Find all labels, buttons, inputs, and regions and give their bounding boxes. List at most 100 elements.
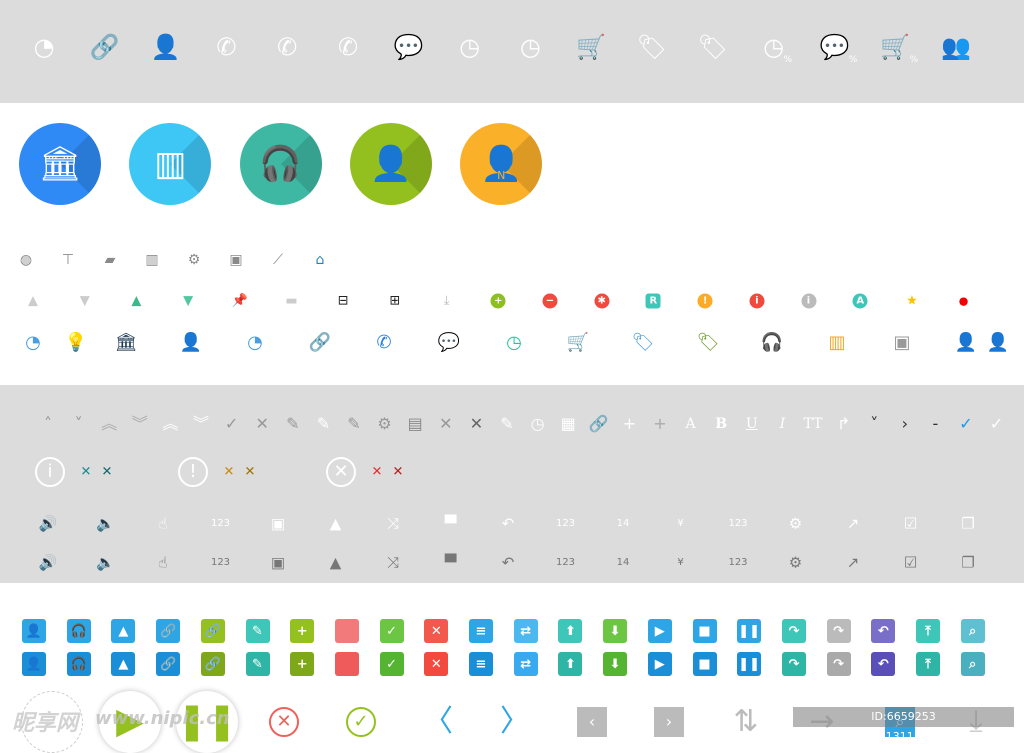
headphones-square-icon[interactable]: 🎧 bbox=[66, 652, 91, 676]
play-square-icon[interactable]: ▶ bbox=[647, 619, 672, 643]
count-undo-icon[interactable]: 123 bbox=[728, 519, 747, 529]
triangle-up-icon[interactable]: ▲ bbox=[28, 295, 38, 308]
redo-square-icon[interactable]: ↷ bbox=[826, 619, 851, 643]
undo-square-icon[interactable]: ↶ bbox=[871, 652, 896, 676]
external-link-icon[interactable]: ↗ bbox=[847, 555, 860, 571]
warning-icon[interactable]: ▲ bbox=[330, 555, 342, 571]
close-icon[interactable]: ✕ bbox=[102, 466, 113, 479]
volume-icon[interactable]: 🔈 bbox=[96, 555, 115, 571]
redo-square-icon[interactable]: ↷ bbox=[826, 652, 851, 676]
stop-square-icon[interactable]: ■ bbox=[692, 619, 717, 643]
close-icon[interactable]: ✕ bbox=[439, 416, 452, 432]
users-icon[interactable]: 👥 bbox=[941, 35, 971, 59]
count-undo-icon[interactable]: 123 bbox=[728, 558, 747, 568]
document-icon[interactable]: ▤ bbox=[408, 416, 423, 432]
pie-chart-icon[interactable]: ◔ bbox=[34, 35, 55, 59]
briefcase-icon[interactable]: ▣ bbox=[893, 334, 910, 352]
dashboard-icon[interactable]: ◍ bbox=[20, 253, 32, 267]
pencil-square-icon[interactable]: ✎ bbox=[245, 652, 270, 676]
pause-square-icon[interactable]: ❚❚ bbox=[737, 619, 762, 643]
arrow-up-square-icon[interactable]: ⬆ bbox=[558, 652, 583, 676]
link-square-icon[interactable]: 🔗 bbox=[200, 652, 225, 676]
user-add-icon[interactable]: 👤 bbox=[987, 334, 1009, 352]
cassette-icon[interactable]: ▣ bbox=[271, 516, 285, 532]
check-icon[interactable]: ✓ bbox=[990, 416, 1003, 432]
user-icon[interactable]: 👤 bbox=[151, 35, 181, 59]
tags-icon[interactable]: 🏷 bbox=[637, 35, 667, 59]
superscript-icon[interactable]: 123 bbox=[211, 558, 230, 568]
list-square-icon[interactable]: ≡ bbox=[469, 652, 493, 676]
underline-icon[interactable]: U bbox=[746, 417, 758, 431]
close-icon[interactable]: ✕ bbox=[372, 466, 383, 479]
triangle-up-icon[interactable]: ▲ bbox=[131, 295, 141, 308]
volume-high-icon[interactable]: 🔊 bbox=[39, 555, 58, 571]
user-icon[interactable]: 👤 bbox=[955, 334, 977, 352]
pencil-icon[interactable]: ✎ bbox=[286, 416, 299, 432]
gear-icon[interactable]: ⚙ bbox=[789, 555, 802, 571]
double-chevron-up-icon[interactable]: ︽ bbox=[162, 416, 178, 432]
exclamation-circle-icon[interactable]: ! bbox=[178, 457, 208, 487]
image-square-icon[interactable]: ▲ bbox=[111, 652, 136, 676]
close-icon[interactable]: ✕ bbox=[224, 466, 235, 479]
volume-high-icon[interactable]: 🔊 bbox=[39, 516, 58, 532]
plus-icon[interactable]: + bbox=[623, 416, 636, 432]
left-square-icon[interactable]: ‹ bbox=[577, 707, 607, 737]
pencil-square-icon[interactable]: ✎ bbox=[245, 619, 270, 643]
phone-outgoing-icon[interactable]: ✆ bbox=[338, 35, 358, 59]
triangle-down-icon[interactable]: ▼ bbox=[183, 295, 193, 308]
link-icon[interactable]: 🔗 bbox=[309, 334, 331, 352]
edit-icon[interactable]: ✎ bbox=[347, 416, 360, 432]
close-icon[interactable]: ✕ bbox=[470, 416, 483, 432]
undo-square-icon[interactable]: ↶ bbox=[871, 619, 896, 643]
tag-icon[interactable]: 🏷 bbox=[697, 334, 720, 352]
upload-square-icon[interactable]: ⤒ bbox=[916, 652, 940, 676]
info-circle-icon[interactable]: i bbox=[801, 293, 816, 309]
number-undo-icon[interactable]: 123 bbox=[556, 519, 575, 529]
windows-icon[interactable]: ❐ bbox=[961, 555, 974, 571]
star-icon[interactable]: ★ bbox=[906, 295, 918, 308]
triangle-down-icon[interactable]: ▼ bbox=[80, 295, 90, 308]
search-list-square-icon[interactable]: ⌕ bbox=[960, 619, 985, 643]
chevron-down-icon[interactable]: ˅ bbox=[75, 416, 83, 432]
plus-square-icon[interactable]: + bbox=[290, 652, 315, 676]
plus-icon[interactable]: + bbox=[653, 416, 666, 432]
headphones-square-icon[interactable]: 🎧 bbox=[66, 619, 91, 643]
stop-square-icon[interactable]: ■ bbox=[692, 652, 717, 676]
phone-icon[interactable]: ✆ bbox=[216, 35, 236, 59]
volume-undo-icon[interactable]: ↶ bbox=[502, 516, 515, 532]
external-link-icon[interactable]: ↗ bbox=[847, 516, 860, 532]
list-square-icon[interactable]: ≡ bbox=[469, 619, 493, 643]
clock-icon[interactable]: ◷ bbox=[531, 416, 545, 432]
user-square-icon[interactable]: 👤 bbox=[22, 652, 46, 676]
tag-icon[interactable]: 🏷 bbox=[698, 35, 728, 59]
number-undo-icon[interactable]: 123 bbox=[556, 558, 575, 568]
volume-icon[interactable]: 🔈 bbox=[96, 516, 115, 532]
caret-right-icon[interactable]: › bbox=[902, 416, 908, 432]
caret-down-icon[interactable]: ˅ bbox=[870, 416, 878, 432]
exclamation-circle-icon[interactable]: ! bbox=[697, 293, 713, 309]
swap-square-icon[interactable]: ⇄ bbox=[513, 652, 538, 676]
swap-square-icon[interactable]: ⇄ bbox=[513, 619, 538, 643]
superscript-icon[interactable]: 123 bbox=[211, 519, 230, 529]
plus-square-icon[interactable]: + bbox=[290, 619, 315, 643]
warning-icon[interactable]: ▲ bbox=[330, 516, 342, 532]
shuffle-icon[interactable]: ⤨ bbox=[387, 555, 399, 571]
clock-up-icon[interactable]: ◷ bbox=[459, 35, 480, 59]
registered-icon[interactable]: R bbox=[645, 293, 661, 309]
chevron-left-icon[interactable]: 〈 bbox=[423, 707, 453, 737]
plus-square-icon[interactable]: ⊞ bbox=[389, 295, 400, 308]
search-list-square-icon[interactable]: ⌕ bbox=[960, 652, 985, 676]
line-chart-icon[interactable]: ⟋ bbox=[273, 253, 283, 267]
link-icon[interactable]: 🔗 bbox=[589, 416, 609, 432]
double-chevron-down-icon[interactable]: ︾ bbox=[193, 416, 209, 432]
pin-icon[interactable]: 📌 bbox=[232, 295, 248, 308]
share-icon[interactable]: ↱ bbox=[837, 416, 850, 432]
cassette-icon[interactable]: ▣ bbox=[271, 555, 285, 571]
upload-square-icon[interactable]: ⤒ bbox=[916, 619, 940, 643]
x-circle-icon[interactable]: ✕ bbox=[269, 707, 299, 737]
comment-icon[interactable]: ▀ bbox=[445, 516, 457, 532]
a-circle-icon[interactable]: A bbox=[852, 293, 868, 309]
tags-icon[interactable]: 🏷 bbox=[632, 334, 655, 352]
arrow-up-square-icon[interactable]: ⬆ bbox=[558, 619, 583, 643]
link-square-icon[interactable]: 🔗 bbox=[200, 619, 225, 643]
